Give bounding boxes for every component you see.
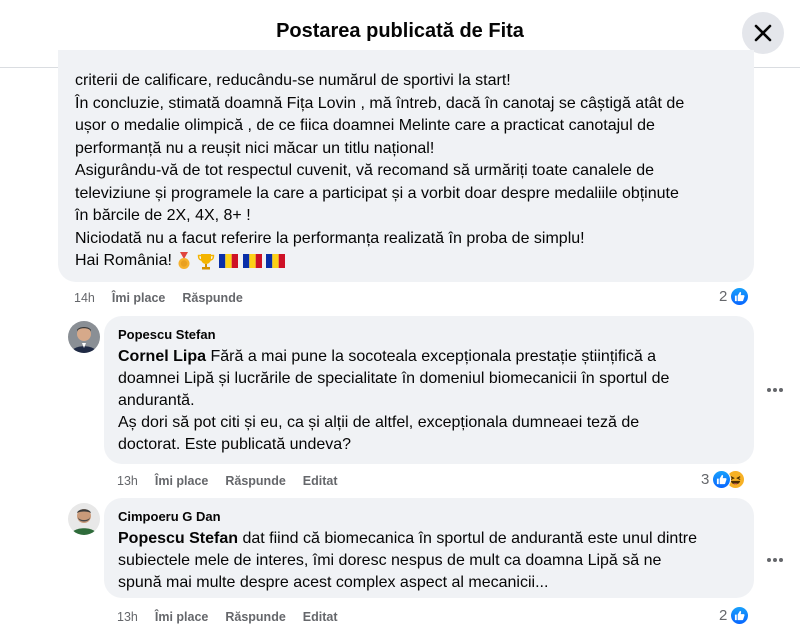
- comment-text: Popescu Stefan dat fiind că biomecanica …: [118, 528, 728, 594]
- like-button[interactable]: Îmi place: [155, 610, 209, 624]
- comment-line-text: dat fiind că biomecanica în sportul de a…: [242, 530, 697, 547]
- comment-line: andurantă.: [118, 392, 195, 409]
- comment-bubble: Popescu Stefan Cornel Lipa Fără a mai pu…: [104, 316, 754, 464]
- reaction-count: 3: [701, 471, 710, 488]
- dialog-title: Postarea publicată de Fita: [276, 20, 524, 42]
- comment-author[interactable]: Cimpoeru G Dan: [118, 509, 221, 524]
- comment-line: Hai România!: [75, 250, 745, 273]
- reaction-summary[interactable]: 3: [701, 470, 746, 489]
- comment-line: doctorat. Este publicată undeva?: [118, 436, 352, 453]
- comment-line: doamnei Lipă și lucrările de specialitat…: [118, 370, 670, 387]
- more-options-button[interactable]: [766, 376, 784, 399]
- comment-line: în bărcile de 2X, 4X, 8+ !: [75, 207, 251, 224]
- reaction-summary[interactable]: 2: [719, 606, 750, 625]
- comment-line: performanță nu a reușit nici măcar un ti…: [75, 139, 435, 157]
- reaction-summary[interactable]: 2: [719, 287, 750, 306]
- mention-link[interactable]: Cornel Lipa: [118, 348, 206, 365]
- comment-text: criterii de calificare, reducându-se num…: [75, 70, 745, 273]
- comment-line: Popescu Stefan dat fiind că biomecanica …: [118, 528, 728, 550]
- reply-button[interactable]: Răspunde: [182, 291, 242, 305]
- comment-bubble: Cimpoeru G Dan Popescu Stefan dat fiind …: [104, 498, 754, 598]
- more-icon: [767, 558, 783, 562]
- comment-author[interactable]: Popescu Stefan: [118, 327, 216, 342]
- like-button[interactable]: Îmi place: [155, 474, 209, 488]
- comment-line: Asigurându-vă de tot respectul cuvenit, …: [75, 162, 654, 179]
- close-button[interactable]: [742, 12, 784, 54]
- edited-label: Editat: [302, 610, 338, 624]
- reaction-count: 2: [719, 607, 728, 624]
- comment-line: Niciodată nu a facut referire la perform…: [75, 229, 585, 247]
- comment-line: televiziune și programele la care a part…: [75, 184, 679, 202]
- comment-line: Cornel Lipa Fără a mai pune la socoteala…: [118, 346, 728, 368]
- comment-line: spună mai multe despre acest complex asp…: [118, 574, 549, 591]
- reaction-count: 2: [719, 288, 728, 305]
- like-icon: [730, 287, 750, 306]
- mention-link[interactable]: Popescu Stefan: [118, 530, 238, 547]
- comment-line-text: Hai România!: [75, 252, 172, 269]
- romania-flag-icon: [242, 253, 262, 268]
- comment-actions: 13h Îmi place Răspunde Editat: [117, 610, 355, 624]
- reply-button[interactable]: Răspunde: [225, 610, 285, 624]
- comment-line: criterii de calificare, reducându-se num…: [75, 72, 511, 89]
- comment-line: subiectele mele de interes, îmi doresc n…: [118, 552, 662, 569]
- medal-icon: [178, 251, 190, 269]
- comment-bubble: criterii de calificare, reducându-se num…: [58, 50, 754, 282]
- comment-line-text: Fără a mai pune la socoteala excepțional…: [210, 348, 657, 365]
- comment-line: Aș dori să pot citi și eu, ca și alții d…: [118, 414, 640, 431]
- comment-timestamp[interactable]: 13h: [117, 610, 138, 624]
- more-options-button[interactable]: [766, 546, 784, 569]
- comment-timestamp[interactable]: 14h: [74, 291, 95, 305]
- close-icon: [754, 24, 772, 42]
- comment-actions: 13h Îmi place Răspunde Editat: [117, 474, 355, 488]
- comment-actions: 14h Îmi place Răspunde: [74, 291, 260, 305]
- comment-timestamp[interactable]: 13h: [117, 474, 138, 488]
- reply-button[interactable]: Răspunde: [225, 474, 285, 488]
- avatar[interactable]: [68, 321, 100, 353]
- more-icon: [767, 388, 783, 392]
- comment-line: În concluzie, stimată doamnă Fița Lovin …: [75, 94, 685, 112]
- comment-text: Cornel Lipa Fără a mai pune la socoteala…: [118, 346, 728, 456]
- like-button[interactable]: Îmi place: [112, 291, 166, 305]
- romania-flag-icon: [266, 253, 286, 268]
- avatar[interactable]: [68, 503, 100, 535]
- edited-label: Editat: [302, 474, 338, 488]
- comment-line: ușor o medalie olimpică , de ce fiica do…: [75, 117, 655, 134]
- romania-flag-icon: [219, 253, 239, 268]
- like-icon: [730, 606, 750, 625]
- trophy-icon: [197, 253, 215, 270]
